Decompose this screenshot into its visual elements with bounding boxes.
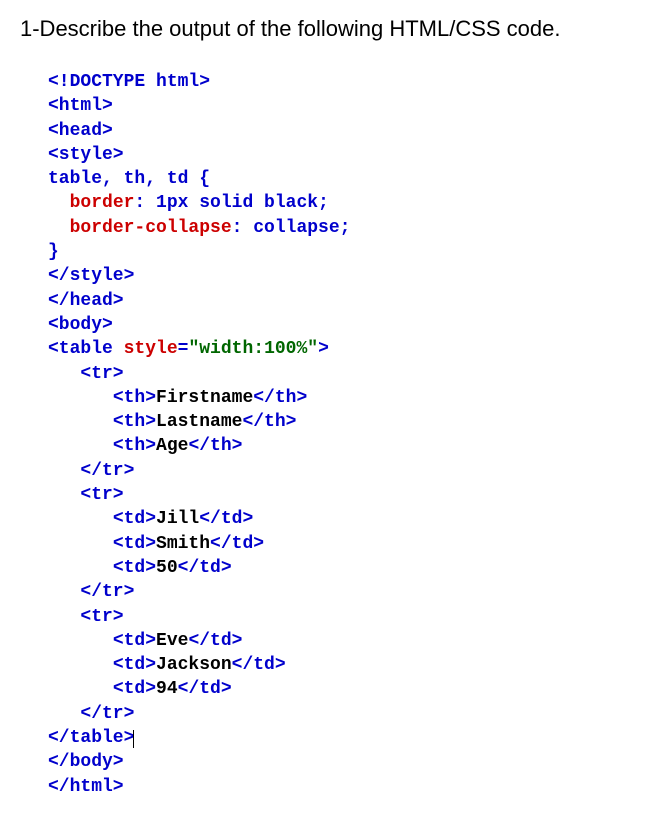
code-text: : 1px solid black;: [134, 193, 328, 213]
code-text: <td>: [113, 631, 156, 651]
code-text: </td>: [188, 631, 242, 651]
html-content: Smith: [156, 534, 210, 554]
code-line: <tr>: [80, 485, 123, 505]
code-text: <th>: [113, 436, 156, 456]
code-line: </style>: [48, 266, 134, 286]
code-text: <th>: [113, 412, 156, 432]
code-text: <td>: [113, 655, 156, 675]
text-cursor: [133, 730, 134, 748]
code-line: <head>: [48, 121, 113, 141]
code-text: </td>: [178, 558, 232, 578]
html-content: Eve: [156, 631, 188, 651]
code-text: : collapse;: [232, 218, 351, 238]
html-content: Jill: [156, 509, 199, 529]
code-block: <!DOCTYPE html> <html> <head> <style> ta…: [48, 70, 651, 799]
code-line: <style>: [48, 145, 124, 165]
code-text: </th>: [253, 388, 307, 408]
code-line: <tr>: [80, 607, 123, 627]
code-text: <th>: [113, 388, 156, 408]
code-text: =: [178, 339, 189, 359]
code-text: <td>: [113, 558, 156, 578]
css-property: border-collapse: [70, 218, 232, 238]
code-line: </table>: [48, 728, 134, 748]
code-text: <td>: [113, 534, 156, 554]
code-text: <td>: [113, 679, 156, 699]
code-line: </tr>: [80, 461, 134, 481]
code-line: <body>: [48, 315, 113, 335]
code-text: </td>: [210, 534, 264, 554]
code-line: </html>: [48, 777, 124, 797]
html-attr: style: [124, 339, 178, 359]
code-line: <tr>: [80, 364, 123, 384]
html-content: 94: [156, 679, 178, 699]
code-line: </tr>: [80, 582, 134, 602]
html-content: Jackson: [156, 655, 232, 675]
code-text: <table: [48, 339, 124, 359]
code-text: </th>: [242, 412, 296, 432]
code-text: <td>: [113, 509, 156, 529]
code-text: </td>: [178, 679, 232, 699]
code-line: <!DOCTYPE html>: [48, 72, 210, 92]
html-attr-value: "width:100%": [188, 339, 318, 359]
code-line: <html>: [48, 96, 113, 116]
code-line: }: [48, 242, 59, 262]
html-content: Lastname: [156, 412, 242, 432]
code-text: </th>: [188, 436, 242, 456]
html-content: 50: [156, 558, 178, 578]
code-line: </body>: [48, 752, 124, 772]
html-content: Firstname: [156, 388, 253, 408]
code-text: >: [318, 339, 329, 359]
code-text: </td>: [232, 655, 286, 675]
question-prompt: 1-Describe the output of the following H…: [20, 16, 651, 42]
css-property: border: [70, 193, 135, 213]
code-line: table, th, td {: [48, 169, 210, 189]
code-line: </head>: [48, 291, 124, 311]
html-content: Age: [156, 436, 188, 456]
code-text: </td>: [199, 509, 253, 529]
code-line: </tr>: [80, 704, 134, 724]
